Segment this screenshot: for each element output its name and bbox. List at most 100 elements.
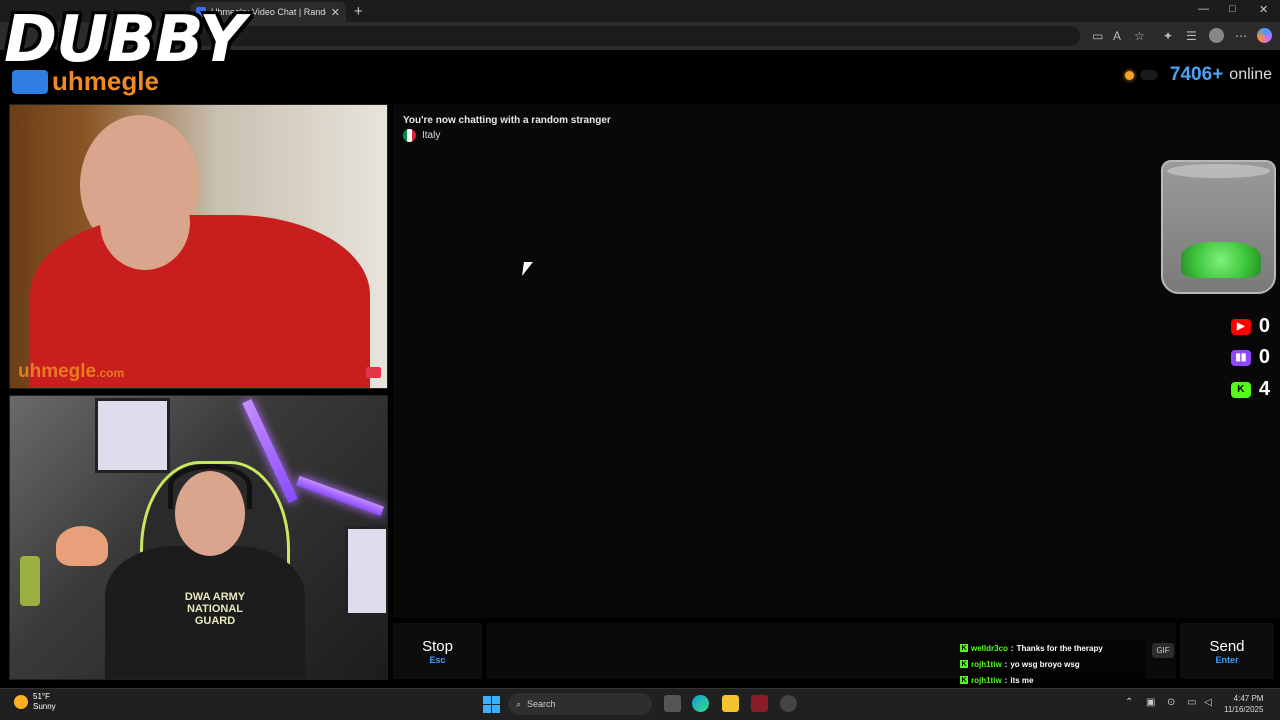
gif-button[interactable]: GIF — [1152, 643, 1174, 658]
system-clock[interactable]: 4:47 PM 11/16/2025 — [1224, 693, 1263, 715]
send-shortcut: Enter — [1215, 654, 1239, 665]
tray-chevron-icon[interactable]: ⌃ — [1125, 697, 1133, 708]
stream-chat-line: K welldr3co : Thanks for the therapy — [960, 640, 1145, 656]
stop-label: Stop — [422, 637, 453, 655]
jar-rim — [1167, 164, 1270, 178]
report-flag-icon[interactable] — [366, 367, 381, 378]
chat-panel — [393, 104, 1280, 618]
kick-badge-icon: K — [960, 676, 968, 684]
extensions-icon[interactable]: ✦ — [1163, 29, 1173, 43]
headphones — [168, 464, 252, 509]
online-label: online — [1229, 66, 1272, 83]
send-button[interactable]: Send Enter — [1180, 623, 1274, 679]
led-strip-right — [296, 475, 384, 517]
hat-on-shelf — [56, 526, 108, 566]
chat-message: its me — [1010, 675, 1034, 685]
new-tab-button[interactable]: + — [354, 3, 363, 20]
youtube-icon: ▶ — [1230, 318, 1251, 335]
favorite-star-icon[interactable]: ☆ — [1134, 29, 1145, 43]
chat-separator: : — [1010, 643, 1014, 653]
maximize-button[interactable]: □ — [1229, 3, 1236, 15]
weather-condition: Sunny — [33, 702, 56, 711]
shirt-text: DWA ARMY NATIONAL GUARD — [184, 591, 246, 627]
favorites-icon[interactable]: ☰ — [1186, 29, 1197, 43]
chat-message: Thanks for the therapy — [1016, 643, 1103, 653]
chat-username: welldr3co — [971, 643, 1008, 653]
start-icon-tile — [483, 705, 491, 713]
online-indicator: 7406+ online — [1124, 64, 1272, 86]
stop-shortcut: Esc — [429, 654, 446, 665]
status-dot-icon — [1124, 70, 1134, 80]
stranger-video: uhmegle.com — [9, 104, 388, 389]
weather-widget[interactable]: 51°F Sunny — [14, 692, 56, 712]
youtube-count: 0 — [1258, 315, 1270, 337]
chat-username: rojh1tiw — [971, 675, 1002, 685]
status-toggle[interactable] — [1139, 70, 1158, 80]
send-label: Send — [1209, 637, 1245, 655]
italy-flag-icon — [403, 129, 416, 142]
minimize-button[interactable]: — — [1198, 3, 1209, 15]
start-button[interactable] — [483, 696, 500, 713]
taskbar-search[interactable]: ⌕ Search — [508, 693, 652, 715]
search-icon: ⌕ — [516, 698, 522, 709]
volume-icon[interactable]: ◁ — [1204, 697, 1212, 708]
youtube-counter: ▶ 0 — [1230, 315, 1270, 338]
kick-badge-icon: K — [960, 644, 968, 652]
stranger-face-front — [100, 175, 190, 270]
flag-red — [411, 129, 416, 142]
chat-username: rojh1tiw — [971, 659, 1002, 669]
kick-badge-icon: K — [960, 660, 968, 668]
twitch-counter: ▮▮ 0 — [1230, 346, 1270, 369]
app-icon[interactable] — [751, 695, 768, 712]
tab-close-icon[interactable]: ✕ — [331, 6, 340, 19]
online-count: 7406+ — [1169, 64, 1224, 85]
screen: Uhmegle: Video Chat | Random ✕ + — □ ✕ ▭… — [0, 0, 1280, 720]
microphone-icon[interactable]: ⊙ — [1167, 697, 1175, 708]
clock-date: 11/16/2025 — [1224, 705, 1264, 714]
edge-browser-icon[interactable] — [692, 695, 709, 712]
kick-counter: K 4 — [1230, 378, 1270, 401]
streamer-overlay-logo: DUBBY — [4, 3, 245, 77]
twitch-count: 0 — [1258, 346, 1270, 368]
room-window-right — [345, 526, 387, 616]
kick-icon: K — [1230, 381, 1251, 398]
copilot-icon[interactable] — [1257, 28, 1272, 43]
tip-jar — [1161, 160, 1276, 294]
temperature: 51°F — [33, 692, 50, 701]
jar-coins — [1181, 242, 1261, 278]
start-icon-tile — [483, 696, 491, 704]
tray-app-icon[interactable]: ▣ — [1146, 697, 1155, 708]
chat-status-text: You're now chatting with a random strang… — [403, 115, 611, 126]
task-view-icon[interactable] — [664, 695, 681, 712]
stream-chat-line: K rojh1tiw : its me — [960, 672, 1145, 688]
sun-icon — [14, 695, 28, 709]
watermark-text: uhmegle — [18, 361, 97, 382]
obs-icon[interactable] — [780, 695, 797, 712]
start-icon-tile — [492, 705, 500, 713]
read-aloud-icon[interactable]: A — [1113, 29, 1121, 43]
weather-text: 51°F Sunny — [33, 692, 56, 712]
chat-message: yo wsg broyo wsg — [1010, 659, 1080, 669]
address-bar[interactable] — [160, 26, 1080, 46]
chat-separator: : — [1004, 659, 1008, 669]
stop-button[interactable]: Stop Esc — [393, 623, 482, 679]
screen-cast-icon[interactable]: ▭ — [1092, 29, 1103, 43]
clock-time: 4:47 PM — [1233, 694, 1264, 703]
watermark-suffix: .com — [96, 366, 125, 380]
drink-can — [20, 556, 40, 606]
more-menu-icon[interactable]: ⋯ — [1235, 29, 1247, 43]
stream-chat-line: K rojh1tiw : yo wsg broyo wsg — [960, 656, 1145, 672]
country-name: Italy — [422, 130, 441, 141]
kick-count: 4 — [1258, 378, 1270, 400]
file-explorer-icon[interactable] — [722, 695, 739, 712]
room-window — [95, 398, 170, 473]
start-icon-tile — [492, 696, 500, 704]
self-video: DWA ARMY NATIONAL GUARD — [9, 395, 388, 680]
search-label: Search — [527, 699, 556, 709]
twitch-icon: ▮▮ — [1230, 349, 1251, 366]
chat-separator: : — [1004, 675, 1008, 685]
video-watermark: uhmegle.com — [18, 361, 124, 383]
close-window-button[interactable]: ✕ — [1259, 3, 1268, 16]
network-icon[interactable]: ▭ — [1187, 697, 1196, 708]
profile-avatar[interactable] — [1209, 28, 1224, 43]
